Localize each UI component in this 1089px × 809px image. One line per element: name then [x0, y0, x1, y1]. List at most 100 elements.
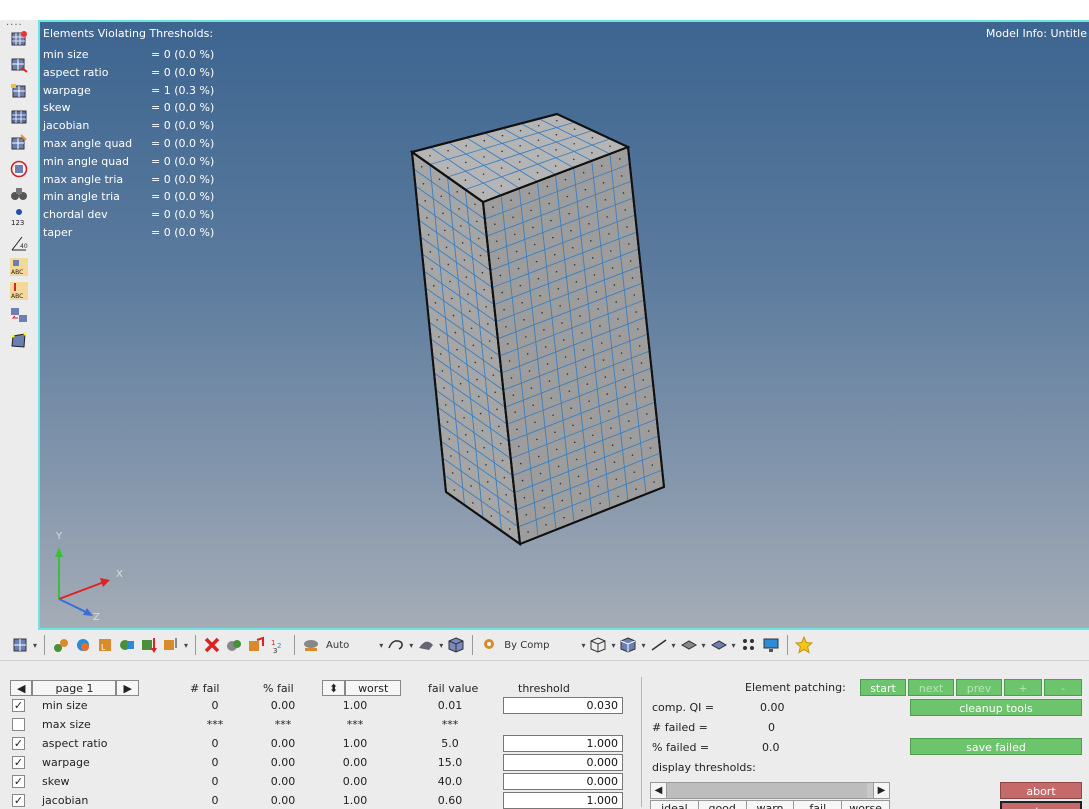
surface-edit-icon[interactable]	[10, 332, 28, 350]
dropdown-arrow-icon[interactable]: ▾	[184, 641, 188, 650]
surface-icon[interactable]	[680, 636, 698, 654]
header-worst[interactable]: worst	[345, 680, 402, 696]
auto-dropdown-label[interactable]: Auto	[326, 640, 349, 651]
systems-icon[interactable]	[118, 636, 136, 654]
dropdown-arrow-icon[interactable]: ▾	[611, 641, 615, 650]
renumber-icon[interactable]: 1 23	[269, 636, 287, 654]
loadcols-icon[interactable]: L	[96, 636, 114, 654]
dropdown-arrow-icon[interactable]: ▾	[702, 641, 706, 650]
dropdown-arrow-icon[interactable]: ▾	[641, 641, 645, 650]
element-filter-icon[interactable]	[10, 160, 28, 178]
plus-button[interactable]: +	[1004, 679, 1042, 696]
cleanup-tools-button[interactable]: cleanup tools	[910, 699, 1082, 716]
cube-view-icon[interactable]	[447, 636, 465, 654]
mesh-split-icon[interactable]	[10, 56, 28, 74]
graphics-viewport[interactable]: Elements Violating Thresholds: min size =…	[38, 20, 1089, 630]
top-strip	[0, 0, 1089, 20]
level-fail[interactable]: fail	[794, 801, 843, 809]
dropdown-arrow-icon[interactable]: ▾	[732, 641, 736, 650]
element-centroid	[609, 145, 611, 147]
angle-measure-icon[interactable]: 40°	[10, 234, 28, 252]
delete-icon[interactable]	[203, 636, 221, 654]
page-label[interactable]: page 1	[32, 680, 117, 696]
threshold-input[interactable]	[503, 735, 623, 752]
threshold-input[interactable]	[503, 792, 623, 809]
monitor-icon[interactable]	[762, 636, 780, 654]
row-worst: 0.00	[342, 775, 368, 788]
page-prev-button[interactable]: ◀	[10, 680, 33, 696]
level-ideal[interactable]: ideal	[651, 801, 699, 809]
quality-check-icon[interactable]	[10, 134, 28, 152]
element-centroid	[537, 455, 540, 458]
solid-icon[interactable]	[710, 636, 728, 654]
dropdown-arrow-icon[interactable]: ▾	[409, 641, 413, 650]
abort-button[interactable]: abort	[1000, 782, 1082, 799]
loads-icon[interactable]	[140, 636, 158, 654]
threshold-slider[interactable]: ◀ ▶	[650, 782, 890, 799]
row-checkbox[interactable]: ✓	[12, 756, 25, 769]
row-checkbox[interactable]: ✓	[12, 775, 25, 788]
dropdown-arrow-icon[interactable]: ▾	[439, 641, 443, 650]
shaded-surface-icon[interactable]	[417, 636, 435, 654]
threshold-input[interactable]	[503, 754, 623, 771]
show-elements-icon[interactable]	[247, 636, 265, 654]
return-button[interactable]: return	[1000, 801, 1082, 809]
shading-mode-icon[interactable]	[302, 636, 320, 654]
minus-button[interactable]: -	[1044, 679, 1082, 696]
sort-arrows-icon[interactable]: ⬍	[322, 680, 346, 696]
mesh-edit-icon[interactable]	[10, 30, 28, 48]
mesh-model[interactable]	[40, 22, 1089, 628]
lasso-icon[interactable]	[387, 636, 405, 654]
load-steps-icon[interactable]	[162, 636, 180, 654]
element-centroid	[599, 325, 601, 327]
dropdown-arrow-icon[interactable]: ▾	[672, 641, 676, 650]
start-button[interactable]: start	[860, 679, 906, 696]
slider-right-arrow-icon[interactable]: ▶	[873, 783, 889, 798]
label-abc-icon[interactable]: ABC	[10, 258, 28, 276]
find-elements-icon[interactable]	[10, 184, 28, 202]
page-next-button[interactable]: ▶	[116, 680, 139, 696]
element-centroid	[514, 411, 516, 414]
dropdown-arrow-icon[interactable]: ▾	[33, 641, 37, 650]
element-centroid	[442, 212, 444, 215]
label-abc-arrow-icon[interactable]: ABC	[10, 282, 28, 300]
dropdown-arrow-icon[interactable]: ▾	[379, 641, 383, 650]
element-centroid	[588, 222, 590, 225]
row-checkbox[interactable]: ✓	[12, 737, 25, 750]
components-icon[interactable]	[52, 636, 70, 654]
next-button[interactable]: next	[908, 679, 954, 696]
solids-icon[interactable]	[74, 636, 92, 654]
level-worse[interactable]: worse	[842, 801, 889, 809]
line-icon[interactable]	[650, 636, 668, 654]
favorite-star-icon[interactable]	[794, 636, 813, 654]
connectors-icon[interactable]	[740, 636, 758, 654]
prev-button[interactable]: prev	[956, 679, 1002, 696]
slider-left-arrow-icon[interactable]: ◀	[651, 783, 667, 798]
hide-elements-icon[interactable]	[225, 636, 243, 654]
level-warn[interactable]: warn	[747, 801, 795, 809]
save-failed-button[interactable]: save failed	[910, 738, 1082, 755]
wireframe-icon[interactable]	[589, 636, 607, 654]
sort-toggle[interactable]: ⬍ worst	[322, 679, 402, 697]
element-centroid	[570, 407, 572, 409]
threshold-input[interactable]	[503, 697, 623, 714]
mesh-transfer-icon[interactable]	[10, 306, 28, 324]
color-by-icon[interactable]	[480, 636, 498, 654]
color-by-dropdown-label[interactable]: By Comp	[504, 640, 549, 651]
table-row: max size *** *** *** ***	[10, 716, 640, 733]
failed-count-value: 0	[768, 721, 775, 734]
mesh-grid-icon[interactable]	[10, 108, 28, 126]
dropdown-arrow-icon[interactable]: ▾	[581, 641, 585, 650]
pct-failed-value: 0.0	[762, 741, 780, 754]
threshold-input[interactable]	[503, 773, 623, 790]
shaded-mesh-icon[interactable]	[619, 636, 637, 654]
mesh-replace-icon[interactable]	[10, 82, 28, 100]
level-good[interactable]: good	[699, 801, 747, 809]
row-checkbox[interactable]: ✓	[12, 794, 25, 807]
element-display-icon[interactable]	[11, 636, 29, 654]
element-centroid	[577, 298, 580, 300]
row-checkbox[interactable]: ✓	[12, 699, 25, 712]
row-checkbox[interactable]	[12, 718, 25, 731]
slider-thumb[interactable]	[667, 783, 867, 798]
numbering-icon[interactable]: 123	[10, 208, 28, 226]
